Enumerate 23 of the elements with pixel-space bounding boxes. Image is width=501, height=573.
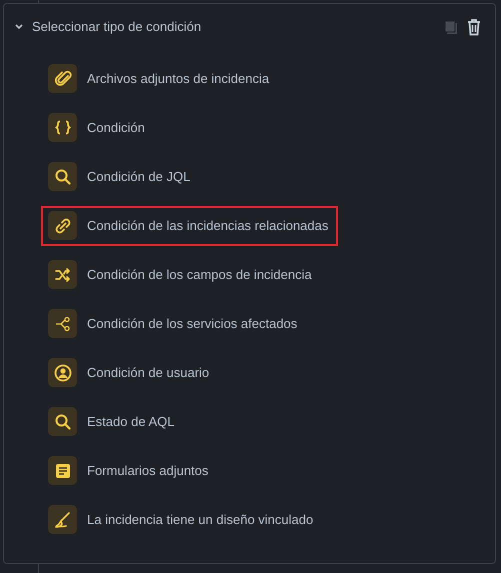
- condition-option[interactable]: La incidencia tiene un diseño vinculado: [41, 500, 338, 540]
- paperclip-icon: [54, 70, 72, 88]
- condition-option[interactable]: Condición de JQL: [41, 156, 338, 196]
- braces-icon: [54, 118, 72, 136]
- condition-option[interactable]: Condición de usuario: [41, 352, 338, 392]
- shuffle-icon: [54, 266, 72, 284]
- branch-icon: [54, 314, 72, 332]
- chevron-icon[interactable]: [14, 22, 24, 32]
- condition-option[interactable]: Condición de los campos de incidencia: [41, 254, 338, 294]
- condition-option[interactable]: Estado de AQL: [41, 402, 338, 442]
- user-icon: [54, 364, 72, 382]
- condition-option[interactable]: Condición: [41, 108, 338, 148]
- search-icon: [54, 412, 72, 430]
- condition-option[interactable]: Condición de los servicios afectados: [41, 304, 338, 344]
- brush-icon: [54, 510, 72, 528]
- condition-option[interactable]: Formularios adjuntos: [41, 450, 338, 490]
- condition-option[interactable]: Condición de las incidencias relacionadas: [41, 206, 338, 246]
- search-icon: [54, 168, 72, 186]
- link-icon: [54, 216, 72, 234]
- delete-icon[interactable]: [467, 18, 481, 36]
- form-icon: [54, 462, 72, 480]
- panel-title: Seleccionar tipo de condición: [32, 18, 202, 36]
- condition-option[interactable]: Archivos adjuntos de incidencia: [41, 58, 338, 98]
